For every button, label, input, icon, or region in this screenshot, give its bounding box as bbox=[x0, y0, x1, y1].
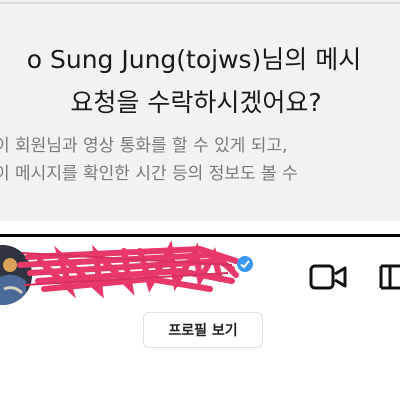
section-gap bbox=[0, 221, 400, 235]
request-description-line1: 이 회원님과 영상 통화를 할 수 있게 되고, bbox=[0, 136, 288, 156]
request-headline-line1: o Sung Jung(tojws)님의 메시 bbox=[26, 45, 362, 74]
view-profile-button[interactable]: 프로필 보기 bbox=[143, 312, 263, 348]
top-divider bbox=[0, 2, 400, 4]
video-call-icon[interactable] bbox=[309, 262, 349, 292]
verified-badge-icon bbox=[237, 256, 253, 272]
info-icon[interactable] bbox=[378, 262, 400, 292]
message-request-panel: o Sung Jung(tojws)님의 메시 요청을 수락하시겠어요? 이 회… bbox=[0, 0, 400, 221]
request-description-line2: 이 메시지를 확인한 시간 등의 정보도 볼 수 bbox=[0, 164, 298, 184]
username-redaction-scribble bbox=[17, 240, 239, 299]
request-headline-line2: 요청을 수락하시겠어요? bbox=[70, 88, 322, 117]
